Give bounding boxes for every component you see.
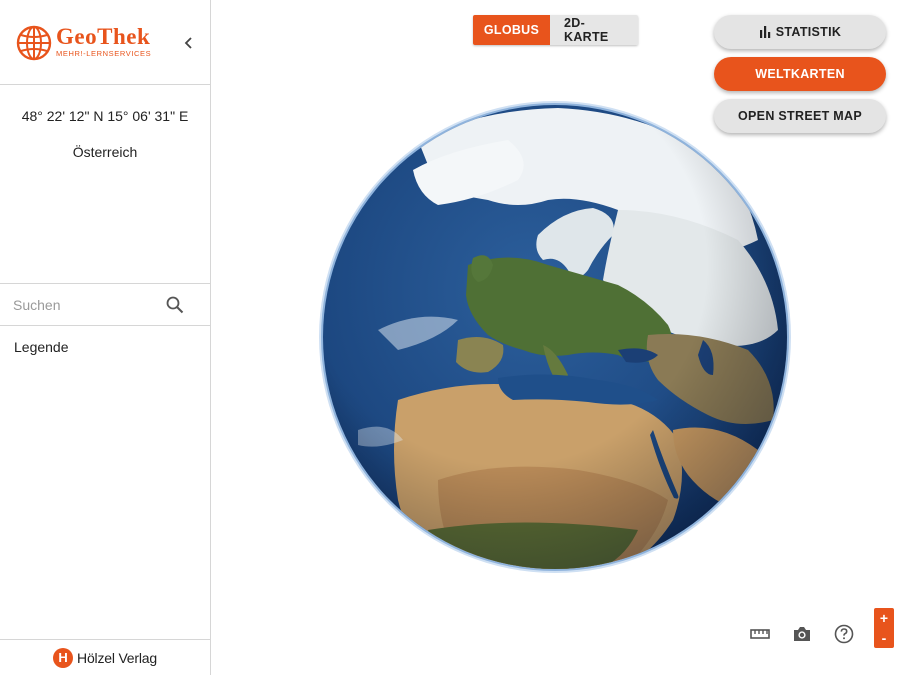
view-toggle: GLOBUS 2D-KARTE xyxy=(473,15,638,45)
statistik-button[interactable]: STATISTIK xyxy=(714,15,886,49)
screenshot-button[interactable] xyxy=(790,622,814,646)
hoelzel-logo: H xyxy=(53,647,74,668)
statistik-label: STATISTIK xyxy=(775,25,842,39)
legend-link[interactable]: Legende xyxy=(14,339,69,355)
globe-grid-icon xyxy=(16,25,52,61)
brand-tagline: MEHR!-LERNSERVICES xyxy=(56,49,152,58)
zoom-out-button[interactable]: - xyxy=(874,628,894,648)
location-country: Österreich xyxy=(72,144,138,160)
search-input[interactable] xyxy=(13,294,153,316)
zoom-in-button[interactable]: + xyxy=(874,608,894,628)
camera-icon xyxy=(794,627,810,641)
earth-globe[interactable] xyxy=(318,100,792,574)
brand-name: GeoThek xyxy=(56,24,151,49)
tab-globus[interactable]: GLOBUS xyxy=(473,15,550,45)
search-bar xyxy=(0,283,210,326)
publisher-footer[interactable]: H Hölzel Verlag xyxy=(0,639,210,675)
brand-header: GeoThek MEHR!-LERNSERVICES xyxy=(0,0,210,85)
location-coordinates: 48° 22' 12" N 15° 06' 31" E xyxy=(21,108,189,124)
geothek-app: GeoThek MEHR!-LERNSERVICES 48° 22' 12" N… xyxy=(0,0,900,675)
ruler-icon xyxy=(750,629,770,639)
measure-button[interactable] xyxy=(748,622,772,646)
tab-2d-karte[interactable]: 2D-KARTE xyxy=(550,15,638,45)
collapse-sidebar-button[interactable] xyxy=(178,32,200,54)
sidebar: GeoThek MEHR!-LERNSERVICES 48° 22' 12" N… xyxy=(0,0,211,675)
publisher-name: Hölzel Verlag xyxy=(77,649,157,666)
zoom-control: + - xyxy=(874,608,894,648)
help-icon xyxy=(834,624,854,644)
bar-chart-icon xyxy=(759,26,770,38)
globe-view[interactable] xyxy=(318,100,792,574)
weltkarten-button[interactable]: WELTKARTEN xyxy=(714,57,886,91)
chevron-left-icon xyxy=(184,37,192,49)
search-icon xyxy=(166,296,184,314)
help-button[interactable] xyxy=(832,622,856,646)
search-button[interactable] xyxy=(164,294,186,316)
